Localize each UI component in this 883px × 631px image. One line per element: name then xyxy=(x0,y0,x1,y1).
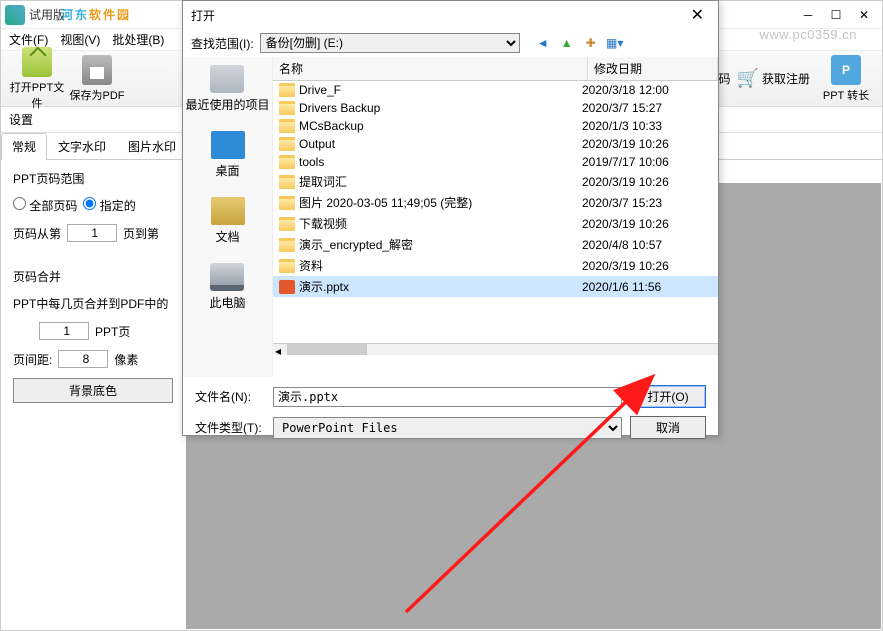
folder-icon xyxy=(279,83,295,97)
folder-icon xyxy=(279,175,295,189)
tab-text-watermark[interactable]: 文字水印 xyxy=(47,133,117,159)
close-button[interactable]: ✕ xyxy=(850,4,878,26)
place-docs[interactable]: 文档 xyxy=(211,197,245,245)
file-name: 资料 xyxy=(299,257,582,274)
folder-icon xyxy=(279,137,295,151)
folder-icon xyxy=(279,101,295,115)
file-row[interactable]: tools2019/7/17 10:06 xyxy=(273,153,718,171)
file-name: 下载视频 xyxy=(299,215,582,232)
filetype-select[interactable]: PowerPoint Files xyxy=(273,417,622,439)
file-name: tools xyxy=(299,155,582,169)
folder-icon xyxy=(279,119,295,133)
file-date: 2019/7/17 10:06 xyxy=(582,155,712,169)
file-date: 2020/3/7 15:27 xyxy=(582,101,712,115)
place-pc[interactable]: 此电脑 xyxy=(209,263,245,311)
open-icon xyxy=(22,47,52,77)
menu-batch[interactable]: 批处理(B) xyxy=(112,31,164,48)
col-name[interactable]: 名称 xyxy=(273,57,588,80)
open-ppt-button[interactable]: 打开PPT文件 xyxy=(7,45,67,113)
filename-label: 文件名(N): xyxy=(195,388,265,405)
file-list: 名称 修改日期 Drive_F2020/3/18 12:00Drivers Ba… xyxy=(273,57,718,377)
file-row[interactable]: 提取词汇2020/3/19 10:26 xyxy=(273,171,718,192)
filetype-label: 文件类型(T): xyxy=(195,419,265,436)
ppt-count-input[interactable] xyxy=(39,322,89,340)
pptx-icon xyxy=(279,280,295,294)
folder-icon xyxy=(279,217,295,231)
open-button[interactable]: 打开(O) xyxy=(630,385,706,408)
folder-icon xyxy=(279,196,295,210)
places-bar: 最近使用的项目 桌面 文档 此电脑 xyxy=(183,57,273,377)
file-date: 2020/3/18 12:00 xyxy=(582,83,712,97)
dialog-close-button[interactable]: ✕ xyxy=(685,5,710,25)
file-row[interactable]: 演示.pptx2020/1/6 11:56 xyxy=(273,276,718,297)
docs-icon xyxy=(211,197,245,225)
filename-input[interactable] xyxy=(273,387,622,407)
place-desktop[interactable]: 桌面 xyxy=(211,131,245,179)
gap-input[interactable] xyxy=(58,350,108,368)
save-pdf-button[interactable]: 保存为PDF xyxy=(67,53,127,105)
convert-long-button[interactable]: P PPT 转长 xyxy=(816,53,876,105)
file-date: 2020/3/19 10:26 xyxy=(582,175,712,189)
file-name: MCsBackup xyxy=(299,119,582,133)
file-name: 演示.pptx xyxy=(299,278,582,295)
back-icon[interactable]: ◄ xyxy=(534,34,552,52)
file-row[interactable]: Output2020/3/19 10:26 xyxy=(273,135,718,153)
specified-radio[interactable]: 指定的 xyxy=(83,197,135,214)
file-name: Drive_F xyxy=(299,83,582,97)
cancel-button[interactable]: 取消 xyxy=(630,416,706,439)
minimize-button[interactable]: ─ xyxy=(794,4,822,26)
watermark-brand: 河东软件园 xyxy=(61,0,131,28)
folder-icon xyxy=(279,259,295,273)
all-pages-radio[interactable]: 全部页码 xyxy=(13,197,77,214)
file-date: 2020/3/19 10:26 xyxy=(582,137,712,151)
newfolder-icon[interactable]: ✚ xyxy=(582,34,600,52)
file-name: Output xyxy=(299,137,582,151)
file-name: 提取词汇 xyxy=(299,173,582,190)
file-date: 2020/1/3 10:33 xyxy=(582,119,712,133)
place-recent[interactable]: 最近使用的项目 xyxy=(185,65,269,113)
get-reg-button[interactable]: 🛒获取注册 xyxy=(737,68,810,89)
pc-icon xyxy=(210,263,244,291)
bgcolor-button[interactable]: 背景底色 xyxy=(13,378,173,403)
file-date: 2020/3/19 10:26 xyxy=(582,259,712,273)
folder-icon xyxy=(279,155,295,169)
app-logo xyxy=(5,5,25,25)
h-scrollbar[interactable]: ◂ xyxy=(273,343,718,355)
file-row[interactable]: Drive_F2020/3/18 12:00 xyxy=(273,81,718,99)
save-icon xyxy=(82,55,112,85)
lookup-row: 查找范围(I): 备份[勿删] (E:) ◄ ▲ ✚ ▦▾ xyxy=(183,29,718,57)
tab-general[interactable]: 常规 xyxy=(1,133,47,160)
file-date: 2020/3/7 15:23 xyxy=(582,196,712,210)
file-name: 图片 2020-03-05 11;49;05 (完整) xyxy=(299,194,582,211)
dialog-title: 打开 xyxy=(191,7,215,24)
file-date: 2020/3/19 10:26 xyxy=(582,217,712,231)
file-row[interactable]: 演示_encrypted_解密2020/4/8 10:57 xyxy=(273,234,718,255)
file-row[interactable]: MCsBackup2020/1/3 10:33 xyxy=(273,117,718,135)
col-date[interactable]: 修改日期 xyxy=(588,57,718,80)
lookup-label: 查找范围(I): xyxy=(191,35,254,52)
drive-select[interactable]: 备份[勿删] (E:) xyxy=(260,33,520,53)
file-row[interactable]: 下载视频2020/3/19 10:26 xyxy=(273,213,718,234)
view-icon[interactable]: ▦▾ xyxy=(606,34,624,52)
recent-icon xyxy=(210,65,244,93)
maximize-button[interactable]: ☐ xyxy=(822,4,850,26)
dialog-titlebar: 打开 ✕ xyxy=(183,1,718,29)
file-row[interactable]: 资料2020/3/19 10:26 xyxy=(273,255,718,276)
tab-image-watermark[interactable]: 图片水印 xyxy=(117,133,187,159)
desktop-icon xyxy=(211,131,245,159)
file-name: 演示_encrypted_解密 xyxy=(299,236,582,253)
page-from-input[interactable] xyxy=(67,224,117,242)
open-file-dialog: 打开 ✕ 查找范围(I): 备份[勿删] (E:) ◄ ▲ ✚ ▦▾ 最近使用的… xyxy=(182,0,719,436)
file-row[interactable]: 图片 2020-03-05 11;49;05 (完整)2020/3/7 15:2… xyxy=(273,192,718,213)
cart-icon: 🛒 xyxy=(737,68,759,89)
file-name: Drivers Backup xyxy=(299,101,582,115)
file-row[interactable]: Drivers Backup2020/3/7 15:27 xyxy=(273,99,718,117)
watermark-url: www.pc0359.cn xyxy=(759,27,857,42)
folder-icon xyxy=(279,238,295,252)
file-date: 2020/4/8 10:57 xyxy=(582,238,712,252)
file-date: 2020/1/6 11:56 xyxy=(582,280,712,294)
ppt-icon: P xyxy=(831,55,861,85)
up-icon[interactable]: ▲ xyxy=(558,34,576,52)
